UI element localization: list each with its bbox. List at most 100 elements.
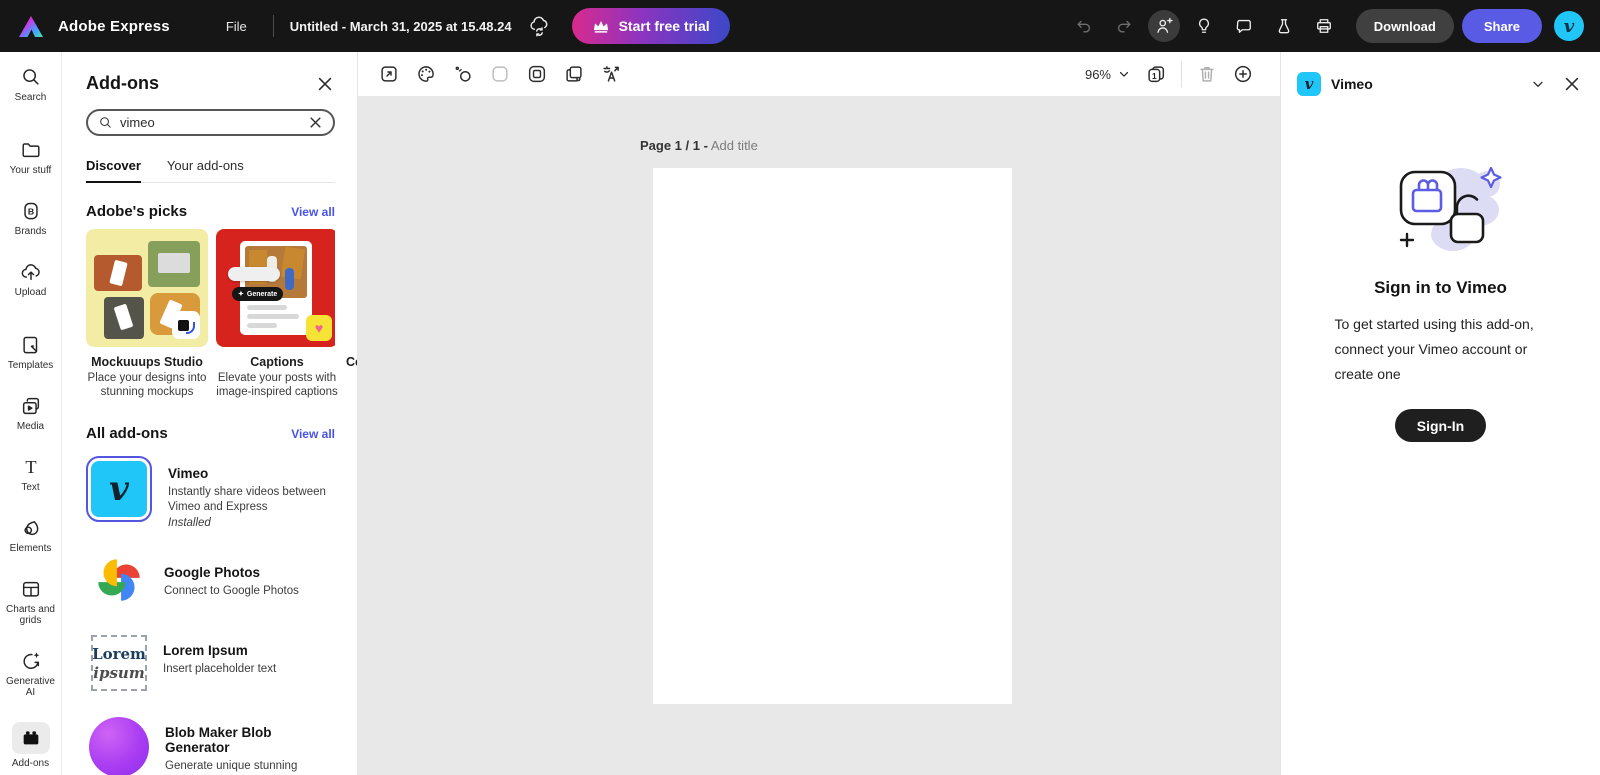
sidebar-item-brands[interactable]: B Brands	[1, 192, 61, 245]
add-ons-active-background	[12, 722, 50, 754]
lorem-ipsum-icon: Lorem ipsum	[91, 635, 147, 691]
captions-prompt-bubble	[228, 267, 280, 281]
card-name[interactable]: Captions	[216, 355, 338, 369]
add-on-name: Vimeo	[168, 466, 328, 481]
comments-button[interactable]	[1228, 10, 1260, 42]
beta-features-button[interactable]	[1268, 10, 1300, 42]
print-button[interactable]	[1308, 10, 1340, 42]
card-mockuuups-studio[interactable]	[86, 229, 208, 347]
pages-indicator[interactable]: 1	[1145, 63, 1167, 85]
sidebar-item-templates[interactable]: Templates	[1, 326, 61, 379]
download-button[interactable]: Download	[1356, 9, 1454, 43]
close-vimeo-panel-icon[interactable]	[1562, 74, 1582, 94]
zoom-control[interactable]: 96%	[1085, 67, 1131, 82]
invite-people-button[interactable]	[1148, 10, 1180, 42]
translate-icon[interactable]	[600, 63, 622, 85]
topbar-divider	[273, 15, 274, 37]
media-icon	[20, 395, 42, 417]
card-name-partial[interactable]: Colo	[346, 355, 358, 369]
vimeo-app-icon: v	[91, 461, 147, 517]
sidebar-item-media[interactable]: Media	[1, 387, 61, 440]
color-palette-icon[interactable]	[415, 63, 437, 85]
frame-icon[interactable]	[526, 63, 548, 85]
add-on-list-item-vimeo[interactable]: v Vimeo Instantly share videos between V…	[86, 456, 335, 529]
mockup-art-tile	[94, 255, 142, 291]
add-on-description: Insert placeholder text	[163, 662, 323, 677]
share-button[interactable]: Share	[1462, 9, 1542, 43]
resize-icon[interactable]	[378, 63, 400, 85]
ideas-button[interactable]	[1188, 10, 1220, 42]
redo-icon	[1114, 16, 1134, 36]
adobe-express-logo[interactable]	[18, 15, 44, 38]
add-on-name: Lorem Ipsum	[163, 643, 323, 658]
redo-button[interactable]	[1108, 10, 1140, 42]
document-title[interactable]: Untitled - March 31, 2025 at 15.48.24	[290, 19, 512, 34]
add-on-name: Google Photos	[164, 565, 324, 580]
border-style-icon[interactable]	[489, 63, 511, 85]
sign-in-body-text: To get started using this add-on, connec…	[1335, 312, 1547, 387]
vimeo-selected-border: v	[86, 456, 152, 522]
clear-search-icon[interactable]	[308, 115, 323, 130]
sidebar-item-add-ons[interactable]: Add-ons	[1, 714, 61, 775]
vimeo-account-avatar[interactable]: v	[1554, 11, 1584, 41]
start-free-trial-button[interactable]: Start free trial	[572, 8, 730, 44]
search-input[interactable]	[120, 115, 301, 130]
sparkle-icon: ✦	[238, 290, 244, 298]
mockuuups-badge	[172, 311, 200, 339]
sign-in-illustration	[1361, 154, 1521, 264]
upload-cloud-icon	[20, 261, 42, 283]
collapse-panel-chevron-icon[interactable]	[1530, 76, 1546, 92]
sidebar-item-generative-ai[interactable]: Generative AI	[1, 642, 61, 706]
sidebar-item-elements[interactable]: Elements	[1, 509, 61, 562]
add-on-list-item-blob-maker[interactable]: Blob Maker Blob Generator Generate uniqu…	[86, 717, 335, 775]
add-on-description: Connect to Google Photos	[164, 584, 324, 599]
search-icon	[20, 66, 42, 88]
svg-text:1: 1	[1152, 71, 1157, 81]
person-add-icon	[1154, 16, 1174, 36]
add-on-list-item-google-photos[interactable]: Google Photos Connect to Google Photos	[86, 551, 335, 609]
sidebar-item-text[interactable]: T Text	[1, 448, 61, 501]
card-description: Place your designs into stunning mockups	[86, 372, 208, 399]
add-on-list-item-lorem-ipsum[interactable]: Lorem ipsum Lorem Ipsum Insert placehold…	[86, 635, 335, 691]
add-ons-panel-title: Add-ons	[86, 73, 159, 94]
file-menu[interactable]: File	[226, 19, 247, 34]
tab-your-add-ons[interactable]: Your add-ons	[167, 158, 244, 182]
canvas-area: 96% 1 Page 1 / 1 - Add title	[358, 52, 1280, 775]
delete-page-icon[interactable]	[1196, 63, 1218, 85]
tab-discover[interactable]: Discover	[86, 158, 141, 183]
sign-in-heading: Sign in to Vimeo	[1281, 278, 1600, 298]
undo-icon	[1074, 16, 1094, 36]
adobes-picks-view-all-link[interactable]: View all	[291, 205, 335, 219]
close-add-ons-panel-icon[interactable]	[315, 74, 335, 94]
add-on-description: Instantly share videos between Vimeo and…	[168, 485, 328, 515]
sidebar-item-search[interactable]: Search	[1, 58, 61, 111]
add-on-name: Blob Maker Blob Generator	[165, 725, 335, 755]
captions-generate-pill: ✦ Generate	[232, 287, 283, 301]
sidebar-item-upload[interactable]: Upload	[1, 253, 61, 306]
card-name[interactable]: Mockuuups Studio	[86, 355, 208, 369]
cloud-sync-icon[interactable]	[528, 15, 550, 37]
add-ons-tabs: Discover Your add-ons	[86, 158, 335, 183]
app-name: Adobe Express	[58, 18, 170, 35]
sidebar-item-charts-and-grids[interactable]: Charts and grids	[1, 570, 61, 634]
page-label-row: Page 1 / 1 - Add title	[640, 138, 758, 153]
animate-icon[interactable]	[452, 63, 474, 85]
shapes-icon	[20, 517, 42, 539]
canvas-toolbar: 96% 1	[358, 52, 1280, 96]
generative-ai-icon	[20, 650, 42, 672]
comment-icon	[1234, 16, 1254, 36]
sidebar-item-your-stuff[interactable]: Your stuff	[1, 131, 61, 184]
document-page[interactable]	[653, 168, 1012, 704]
toolbar-divider	[1181, 61, 1182, 87]
add-page-icon[interactable]	[1232, 63, 1254, 85]
undo-button[interactable]	[1068, 10, 1100, 42]
duplicate-pages-icon[interactable]	[563, 63, 585, 85]
mockup-art-tile	[148, 241, 200, 287]
add-title-placeholder[interactable]: Add title	[711, 138, 758, 153]
left-navigation-rail: Search Your stuff B Brands Upload Templa…	[0, 52, 62, 775]
add-ons-search-field[interactable]	[86, 109, 335, 136]
sign-in-button[interactable]: Sign-In	[1395, 409, 1486, 442]
vimeo-add-on-panel: v Vimeo Sign in to Vimeo To get started …	[1280, 52, 1600, 775]
card-captions[interactable]: ✦ Generate ♥	[216, 229, 335, 347]
all-add-ons-view-all-link[interactable]: View all	[291, 427, 335, 441]
